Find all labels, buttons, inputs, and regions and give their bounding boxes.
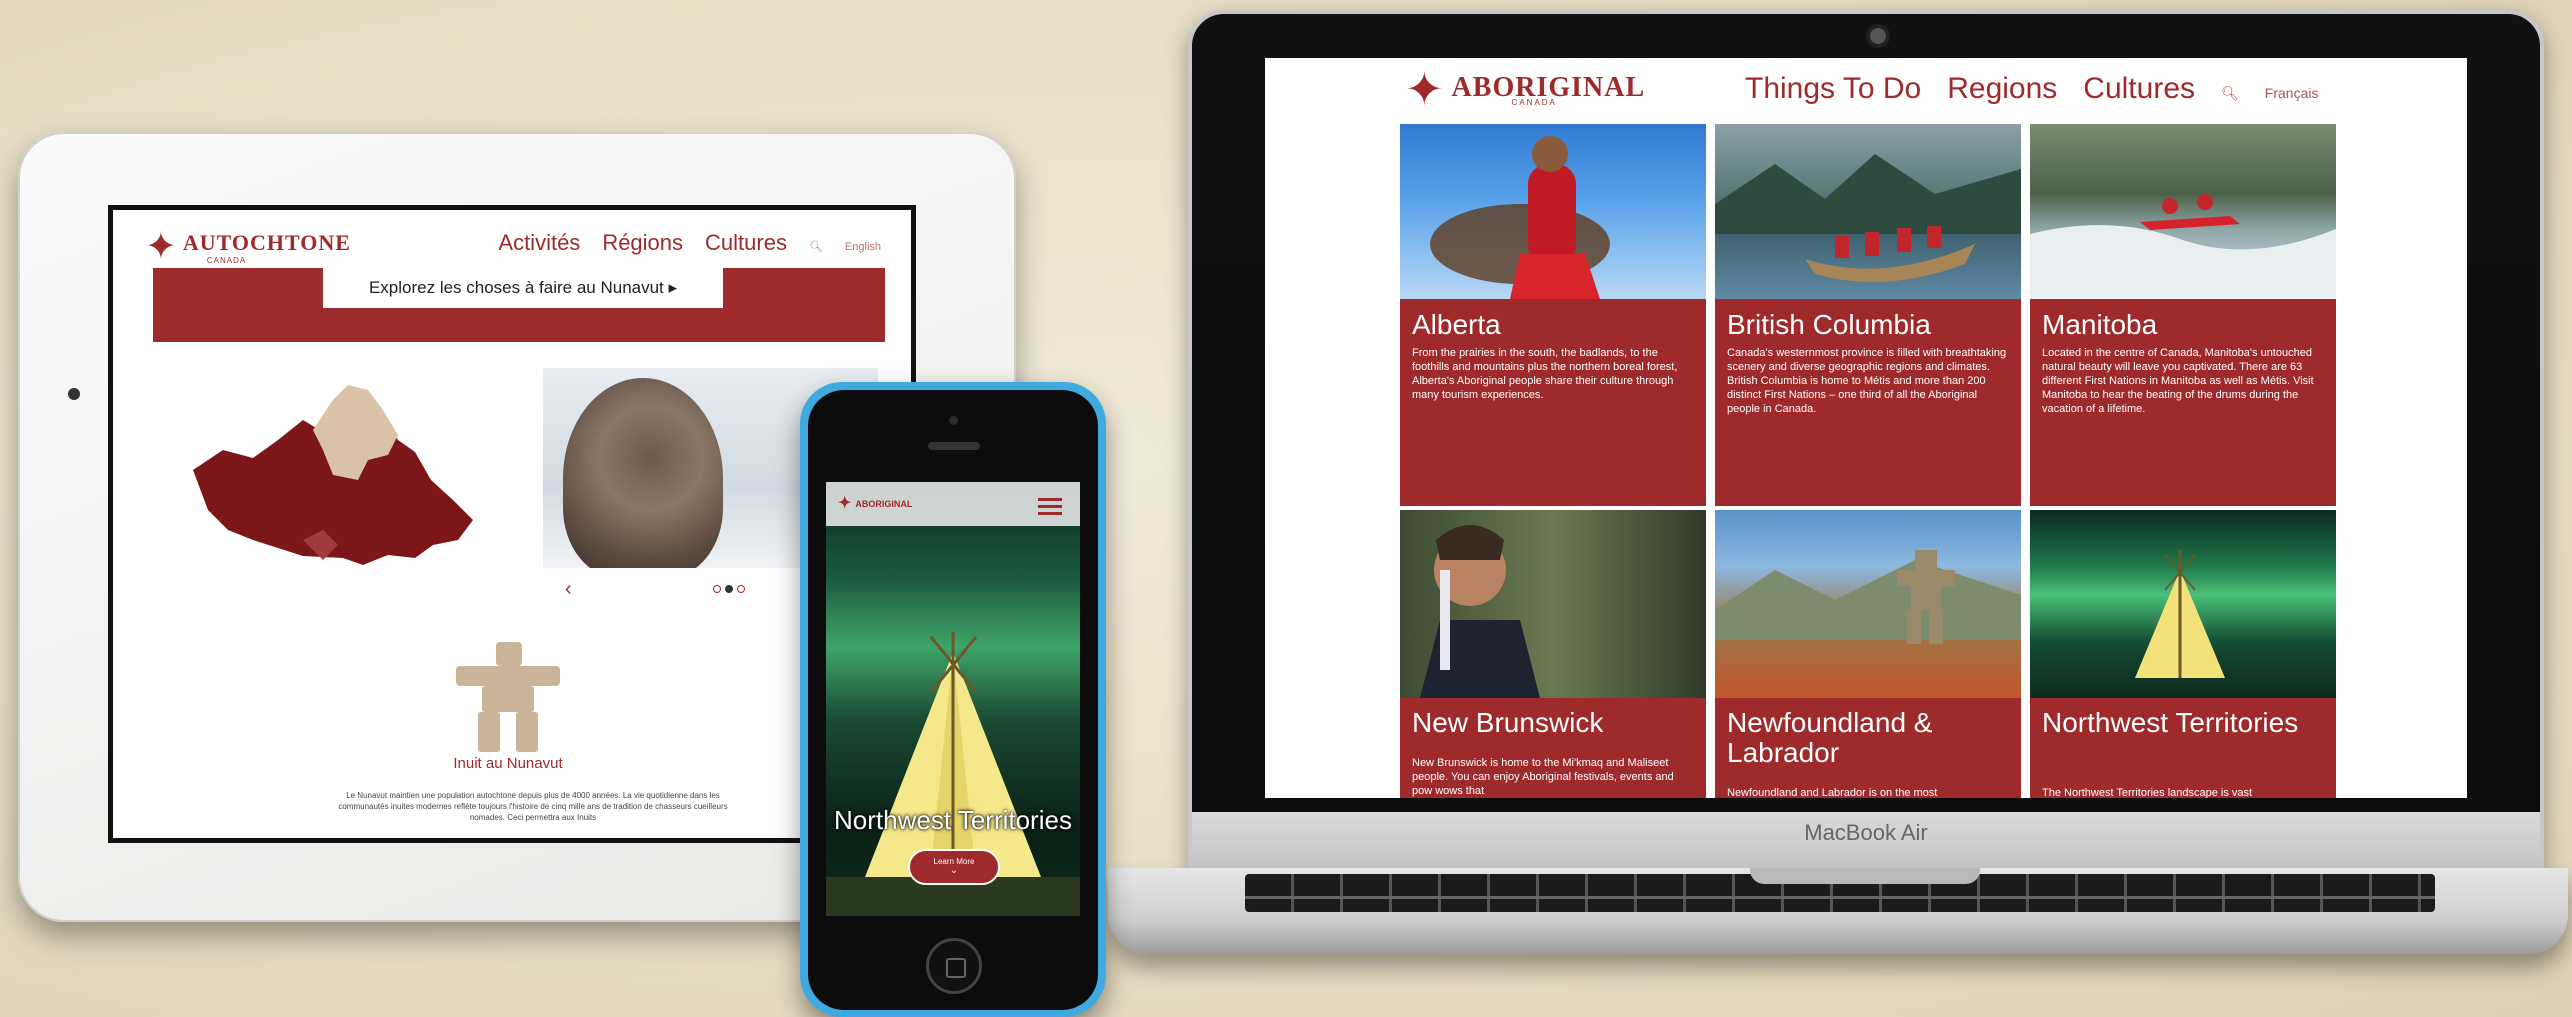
phone-device: ✦ ABORIGINAL Northwest Territories Learn… bbox=[800, 382, 1106, 1017]
macbook-label: MacBook Air bbox=[1804, 820, 1928, 845]
inuksuk-icon bbox=[456, 642, 560, 752]
nav-things-to-do[interactable]: Things To Do bbox=[1745, 72, 1921, 106]
northwest-territories-photo bbox=[2030, 510, 2336, 698]
maple-leaf-icon: ✦ bbox=[1405, 63, 1444, 115]
phone-camera bbox=[949, 416, 958, 425]
explore-link[interactable]: Explorez les choses à faire au Nunavut ▸ bbox=[323, 268, 723, 308]
nav-regions[interactable]: Regions bbox=[1947, 72, 2057, 106]
region-card-manitoba[interactable]: Manitoba Located in the centre of Canada… bbox=[2030, 124, 2336, 506]
learn-more-button[interactable]: Learn More ⌄ bbox=[908, 849, 1000, 885]
phone-logo-text: ABORIGINAL bbox=[855, 499, 913, 509]
keyboard-row-divider bbox=[1245, 896, 2435, 899]
hamburger-menu-icon[interactable] bbox=[1038, 494, 1062, 519]
tablet-screen: ✦ AUTOCHTONE CANADA Activités Régions Cu… bbox=[108, 205, 916, 843]
region-card-newfoundland-labrador[interactable]: Newfoundland & Labrador Newfoundland and… bbox=[1715, 510, 2021, 798]
logo-subtext: CANADA bbox=[206, 255, 247, 265]
card-text: Canada's westernmost province is filled … bbox=[1727, 347, 2007, 415]
carousel-prev-button[interactable]: ‹ bbox=[565, 578, 572, 601]
inuit-title[interactable]: Inuit au Nunavut bbox=[343, 755, 673, 772]
carousel-dots bbox=[713, 585, 745, 593]
carousel-dot[interactable] bbox=[713, 585, 721, 593]
tablet-nav: Activités Régions Cultures 🔍︎ English bbox=[498, 230, 881, 256]
nav-cultures[interactable]: Cultures bbox=[705, 230, 787, 256]
phone-screen: ✦ ABORIGINAL Northwest Territories Learn… bbox=[826, 482, 1080, 916]
region-card-british-columbia[interactable]: British Columbia Canada's westernmost pr… bbox=[1715, 124, 2021, 506]
dancer-illustration bbox=[1430, 136, 1610, 299]
newfoundland-photo bbox=[1715, 510, 2021, 698]
tablet-camera bbox=[68, 388, 80, 400]
phone-logo[interactable]: ✦ ABORIGINAL bbox=[838, 496, 912, 512]
woman-portrait-illustration bbox=[1420, 525, 1540, 698]
autochtone-logo[interactable]: ✦ AUTOCHTONE CANADA bbox=[145, 228, 351, 266]
card-text: New Brunswick is home to the Mi'kmaq and… bbox=[1412, 757, 1674, 797]
kayak-illustration bbox=[2030, 194, 2336, 299]
region-card-northwest-territories[interactable]: Northwest Territories The Northwest Terr… bbox=[2030, 510, 2336, 798]
chevron-down-icon: ⌄ bbox=[949, 865, 959, 876]
card-title: Newfoundland & Labrador bbox=[1727, 707, 1933, 768]
nunavut-description: Le Nunavut maintien une population autoc… bbox=[338, 791, 728, 822]
carousel-dot[interactable] bbox=[737, 585, 745, 593]
maple-leaf-icon: ✦ bbox=[145, 226, 177, 268]
laptop-nav: Things To Do Regions Cultures 🔍︎ Françai… bbox=[1745, 72, 2318, 106]
card-title: New Brunswick bbox=[1412, 707, 1604, 738]
inuksuk-landscape-illustration bbox=[1715, 550, 2021, 644]
alberta-photo bbox=[1400, 124, 1706, 299]
fur-parka-figure bbox=[563, 378, 723, 568]
card-text: The Northwest Territories landscape is v… bbox=[2042, 787, 2253, 798]
logo-text: AUTOCHTONE bbox=[182, 229, 351, 255]
phone-speaker bbox=[928, 442, 980, 450]
maple-leaf-icon: ✦ bbox=[838, 495, 852, 512]
card-title: Manitoba bbox=[2042, 309, 2158, 340]
lid-notch bbox=[1750, 868, 1980, 884]
region-card-alberta[interactable]: Alberta From the prairies in the south, … bbox=[1400, 124, 1706, 506]
card-text: Located in the centre of Canada, Manitob… bbox=[2042, 347, 2314, 415]
canoe-illustration bbox=[1715, 154, 2021, 282]
phone-bezel: ✦ ABORIGINAL Northwest Territories Learn… bbox=[808, 390, 1098, 1010]
tipi-illustration bbox=[2135, 550, 2225, 678]
phone-header: ✦ ABORIGINAL bbox=[826, 482, 1080, 526]
laptop-screen: ✦ ABORIGINAL CANADA Things To Do Regions… bbox=[1265, 58, 2467, 798]
nav-activites[interactable]: Activités bbox=[498, 230, 580, 256]
nav-cultures[interactable]: Cultures bbox=[2083, 72, 2195, 106]
card-title: Alberta bbox=[1412, 309, 1501, 340]
language-link[interactable]: English bbox=[845, 241, 881, 253]
region-card-new-brunswick[interactable]: New Brunswick New Brunswick is home to t… bbox=[1400, 510, 1706, 798]
new-brunswick-photo bbox=[1400, 510, 1706, 698]
explore-banner: Explorez les choses à faire au Nunavut ▸ bbox=[153, 268, 885, 342]
hero-title: Northwest Territories bbox=[834, 805, 1072, 835]
card-title: British Columbia bbox=[1727, 309, 1931, 340]
canada-map-icon[interactable] bbox=[183, 380, 483, 600]
nav-regions[interactable]: Régions bbox=[602, 230, 683, 256]
card-text: Newfoundland and Labrador is on the most bbox=[1727, 787, 1938, 798]
home-button[interactable] bbox=[926, 938, 982, 994]
card-text: From the prairies in the south, the badl… bbox=[1412, 347, 1678, 401]
card-title: Northwest Territories bbox=[2042, 707, 2299, 738]
laptop-camera bbox=[1870, 28, 1886, 44]
search-icon[interactable]: 🔍︎ bbox=[809, 240, 823, 253]
carousel-dot-active[interactable] bbox=[725, 585, 733, 593]
aboriginal-logo[interactable]: ✦ ABORIGINAL CANADA bbox=[1405, 66, 1645, 112]
manitoba-photo bbox=[2030, 124, 2336, 299]
british-columbia-photo bbox=[1715, 124, 2021, 299]
search-icon[interactable]: 🔍︎ bbox=[2221, 85, 2239, 102]
language-link[interactable]: Français bbox=[2265, 85, 2319, 101]
